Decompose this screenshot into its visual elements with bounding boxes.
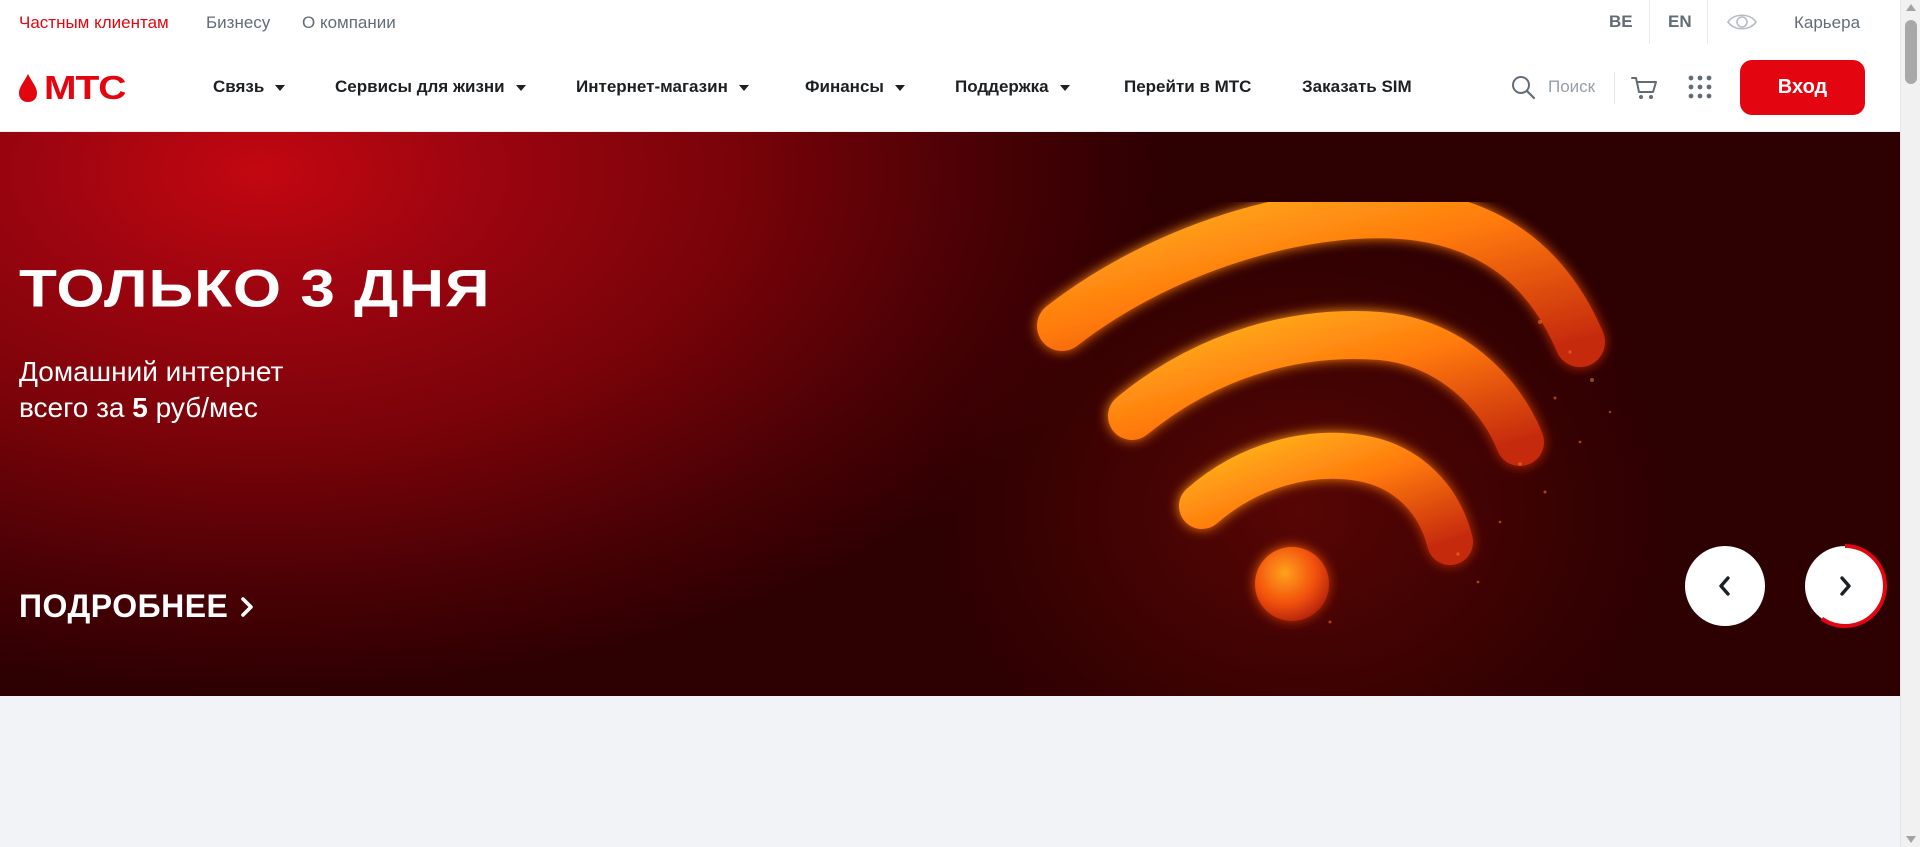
nav-item-label: Интернет-магазин — [576, 77, 728, 96]
language-en[interactable]: EN — [1668, 12, 1692, 32]
nav-item-svyaz[interactable]: Связь — [213, 77, 286, 97]
search-label: Поиск — [1548, 77, 1596, 96]
scroll-down-arrow-icon[interactable] — [1906, 836, 1916, 843]
main-navigation: МТС Связь Сервисы для жизни Интернет-маг… — [0, 44, 1900, 132]
login-button[interactable]: Вход — [1740, 60, 1865, 115]
segment-private-clients[interactable]: Частным клиентам — [19, 13, 169, 33]
cart-icon[interactable] — [1630, 74, 1658, 102]
nav-item-services[interactable]: Сервисы для жизни — [335, 77, 526, 97]
autoplay-progress-ring — [1803, 544, 1887, 628]
carousel-prev-button[interactable] — [1685, 546, 1765, 626]
search-icon — [1512, 76, 1536, 100]
caret-down-icon — [894, 85, 905, 91]
hero-more-link[interactable]: ПОДРОБНЕЕ — [19, 588, 256, 625]
nav-item-support[interactable]: Поддержка — [955, 77, 1070, 97]
scrollbar-thumb[interactable] — [1905, 20, 1917, 84]
hero-subtitle: Домашний интернет всего за 5 руб/мес — [19, 354, 283, 426]
logo-text: МТС — [44, 69, 126, 107]
divider — [1707, 0, 1708, 44]
divider — [1614, 72, 1615, 104]
caret-down-icon — [738, 85, 749, 91]
scroll-up-arrow-icon[interactable] — [1906, 4, 1916, 11]
carousel-next-button[interactable] — [1803, 544, 1887, 628]
caret-down-icon — [1059, 85, 1070, 91]
search-button[interactable]: Поиск — [1510, 74, 1595, 100]
logo-drop-icon — [19, 74, 37, 102]
mts-logo[interactable]: МТС — [18, 71, 142, 105]
nav-item-finance[interactable]: Финансы — [805, 77, 905, 97]
price-suffix: руб/мес — [147, 392, 258, 423]
caret-down-icon — [515, 85, 526, 91]
eye-icon[interactable] — [1726, 10, 1758, 34]
nav-item-label: Заказать SIM — [1302, 77, 1412, 96]
nav-item-label: Связь — [213, 77, 265, 96]
price-prefix: всего за — [19, 392, 133, 423]
nav-item-label: Перейти в МТС — [1124, 77, 1252, 96]
hero-more-label: ПОДРОБНЕЕ — [19, 588, 229, 624]
vertical-scrollbar[interactable] — [1900, 0, 1920, 847]
apps-grid-icon[interactable] — [1687, 74, 1713, 100]
hero-subtitle-line1: Домашний интернет — [19, 356, 284, 387]
wifi-icon — [1037, 202, 1612, 624]
caret-down-icon — [275, 85, 286, 91]
language-be[interactable]: BE — [1609, 12, 1633, 32]
segment-about-company[interactable]: О компании — [302, 13, 396, 33]
nav-item-order-sim[interactable]: Заказать SIM — [1302, 77, 1412, 97]
price-value: 5 — [132, 392, 148, 423]
top-utility-bar: Частным клиентам Бизнесу О компании BE E… — [0, 0, 1900, 44]
hero-subtitle-line2: всего за 5 руб/мес — [19, 390, 283, 426]
hero-title: ТОЛЬКО 3 ДНЯ — [19, 259, 491, 319]
divider — [1649, 0, 1650, 44]
chevron-left-icon — [1719, 576, 1730, 596]
nav-item-label: Финансы — [805, 77, 884, 96]
chevron-right-icon — [241, 596, 254, 617]
nav-item-label: Сервисы для жизни — [335, 77, 505, 96]
nav-item-label: Поддержка — [955, 77, 1049, 96]
nav-item-switch-to-mts[interactable]: Перейти в МТС — [1124, 77, 1251, 97]
hero-banner[interactable]: ТОЛЬКО 3 ДНЯ Домашний интернет всего за … — [0, 132, 1900, 696]
career-link[interactable]: Карьера — [1794, 13, 1860, 33]
nav-item-shop[interactable]: Интернет-магазин — [576, 77, 749, 97]
segment-business[interactable]: Бизнесу — [206, 13, 270, 33]
